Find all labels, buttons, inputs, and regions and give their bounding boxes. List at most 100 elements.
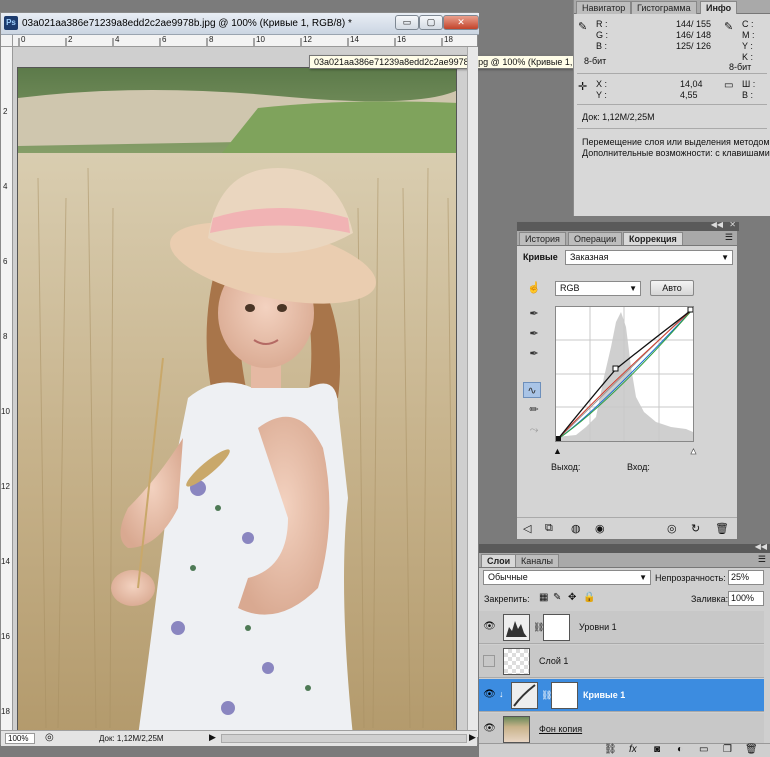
curves-graph[interactable] (555, 306, 694, 442)
eyedropper-cmyk-icon: ✎ (724, 21, 734, 33)
auto-button[interactable]: Авто (650, 280, 694, 296)
minimize-button[interactable]: ▭ (395, 15, 419, 30)
layer-mask-thumbnail[interactable] (551, 682, 578, 709)
horizontal-ruler[interactable]: 0 2 4 6 8 10 12 14 16 18 (13, 35, 477, 47)
opacity-field[interactable]: 25% (728, 570, 764, 585)
smooth-curve-icon[interactable]: ⤳ (525, 422, 543, 438)
fill-field[interactable]: 100% (728, 591, 764, 606)
close-button[interactable]: ✕ (443, 15, 479, 30)
layer-row-layer1[interactable]: Слой 1 (479, 645, 764, 678)
delete-layer-icon[interactable]: 🗑 (745, 744, 758, 755)
target-adjust-hand-icon[interactable]: ☝ (525, 280, 543, 296)
curve-point-tool-icon[interactable]: ∿ (523, 382, 541, 398)
bit-depth-left: 8-бит (584, 56, 607, 66)
b-value: 125/ 126 (676, 41, 712, 51)
panel-menu-icon[interactable]: ☰ (758, 554, 766, 565)
return-to-list-icon[interactable]: ◁ (523, 522, 531, 535)
photo-girl-in-wheat-field[interactable] (17, 67, 457, 735)
eye-off-box[interactable] (483, 655, 495, 667)
panel-grip[interactable]: ◀◀ ✕ (517, 220, 739, 231)
tab-adjustments[interactable]: Коррекция (623, 232, 683, 245)
ruler-corner[interactable] (1, 35, 13, 47)
white-point-slider-icon[interactable]: ▲ (689, 446, 698, 457)
layer-mask-thumbnail[interactable] (543, 614, 570, 641)
new-group-icon[interactable]: ▭ (699, 744, 708, 755)
layer-name: Фон копия (539, 724, 583, 734)
status-menu-arrow-icon[interactable]: ▶ (209, 732, 216, 743)
scroll-right-arrow-icon[interactable]: ▶ (469, 732, 476, 743)
blend-mode-select[interactable]: Обычные ▼ (483, 570, 651, 585)
black-point-slider-icon[interactable]: ▲ (553, 446, 562, 456)
lock-transparency-icon[interactable]: ▦ (539, 592, 548, 603)
adjustments-tabs: История Операции Коррекция ☰ (517, 231, 737, 246)
fill-value: 100% (731, 593, 755, 603)
expanded-view-icon[interactable]: ⧉ (545, 522, 553, 535)
new-layer-icon[interactable]: ❐ (723, 744, 732, 755)
vertical-scrollbar[interactable] (467, 47, 478, 737)
lock-pixels-icon[interactable]: ✎ (553, 592, 561, 603)
gray-point-eyedropper-icon[interactable]: ✒ (525, 326, 543, 342)
lock-label: Закрепить: (484, 594, 530, 604)
curves-label: Кривые (523, 252, 558, 262)
layer-name: Кривые 1 (583, 690, 626, 700)
new-adjustment-icon[interactable]: ◐ (677, 744, 683, 755)
ruler-label: 8 (3, 332, 8, 341)
lock-position-icon[interactable]: ✥ (568, 592, 576, 603)
black-point-eyedropper-icon[interactable]: ✒ (525, 306, 543, 322)
doc-size-text: Док: 1,12M/2,25M (99, 734, 164, 743)
reset-icon[interactable]: ↻ (691, 522, 700, 535)
tab-histogram[interactable]: Гистограмма (631, 1, 697, 14)
document-titlebar[interactable]: Ps 03a021aa386e71239a8edd2c2ae9978b.jpg … (1, 13, 479, 35)
canvas-area[interactable] (13, 47, 467, 737)
link-layers-icon[interactable]: ⛓ (604, 744, 617, 755)
eye-icon[interactable]: 👁 (483, 723, 496, 735)
k-label: K : (742, 52, 754, 62)
white-point-eyedropper-icon[interactable]: ✒ (525, 346, 543, 362)
horizontal-scrollbar[interactable] (221, 734, 467, 743)
channel-select[interactable]: RGB ▼ (555, 281, 641, 296)
document-window[interactable]: Ps 03a021aa386e71239a8edd2c2ae9978b.jpg … (0, 12, 616, 746)
collapse-icon[interactable]: ◀◀ (711, 220, 723, 229)
photo-illustration (18, 68, 456, 734)
r-label: R : (596, 19, 608, 29)
previous-state-icon[interactable]: ◎ (667, 522, 677, 535)
tab-info[interactable]: Инфо (700, 1, 738, 14)
info-panel-tabs: Навигатор Гистограмма Инфо (574, 0, 770, 14)
lock-all-icon[interactable]: 🔒 (583, 592, 595, 603)
info-doc-size: Док: 1,12M/2,25M (582, 112, 655, 122)
status-info-icon[interactable]: ◎ (45, 732, 54, 743)
layer-row-background-copy[interactable]: 👁 Фон копия (479, 713, 764, 746)
zoom-field[interactable]: 100% (5, 733, 35, 744)
panel-grip[interactable]: ◀◀ (479, 542, 770, 553)
info-hint-line-2: Дополнительные возможности: с клавишами (582, 148, 770, 158)
ruler-label: 10 (256, 35, 265, 44)
preset-select[interactable]: Заказная ▼ (565, 250, 733, 265)
tab-navigator[interactable]: Навигатор (576, 1, 632, 14)
clip-to-layer-icon[interactable]: ◍ (571, 522, 581, 535)
pencil-draw-icon[interactable]: ✏ (525, 402, 543, 418)
visibility-icon[interactable]: ◉ (595, 522, 605, 535)
eye-icon[interactable]: 👁 (483, 689, 496, 701)
curves-graph-svg (555, 306, 694, 442)
vertical-ruler[interactable]: 2 4 6 8 10 12 14 16 18 (1, 47, 13, 737)
g-label: G : (596, 30, 609, 40)
layer-row-levels[interactable]: 👁 ⛓ Уровни 1 (479, 611, 764, 644)
eye-icon[interactable]: 👁 (483, 621, 496, 633)
layer-style-icon[interactable]: fx (629, 744, 637, 755)
delete-adjustment-icon[interactable]: 🗑 (715, 522, 729, 535)
tab-history[interactable]: История (519, 232, 566, 245)
input-label: Вход: (627, 462, 650, 472)
tab-layers[interactable]: Слои (481, 554, 517, 567)
close-panel-icon[interactable]: ✕ (729, 220, 736, 229)
layer-row-curves[interactable]: 👁 ↓ ⛓ Кривые 1 (479, 679, 764, 712)
panel-menu-icon[interactable]: ☰ (725, 232, 733, 243)
layer-name: Уровни 1 (579, 622, 617, 632)
tab-actions[interactable]: Операции (568, 232, 623, 245)
b-label: B : (596, 41, 608, 51)
tab-channels[interactable]: Каналы (515, 554, 559, 567)
ruler-label: 12 (303, 35, 312, 44)
add-mask-icon[interactable]: ◙ (654, 744, 660, 755)
collapse-icon[interactable]: ◀◀ (755, 542, 767, 551)
levels-adjustment-thumbnail (503, 614, 530, 641)
maximize-button[interactable]: ▢ (419, 15, 443, 30)
